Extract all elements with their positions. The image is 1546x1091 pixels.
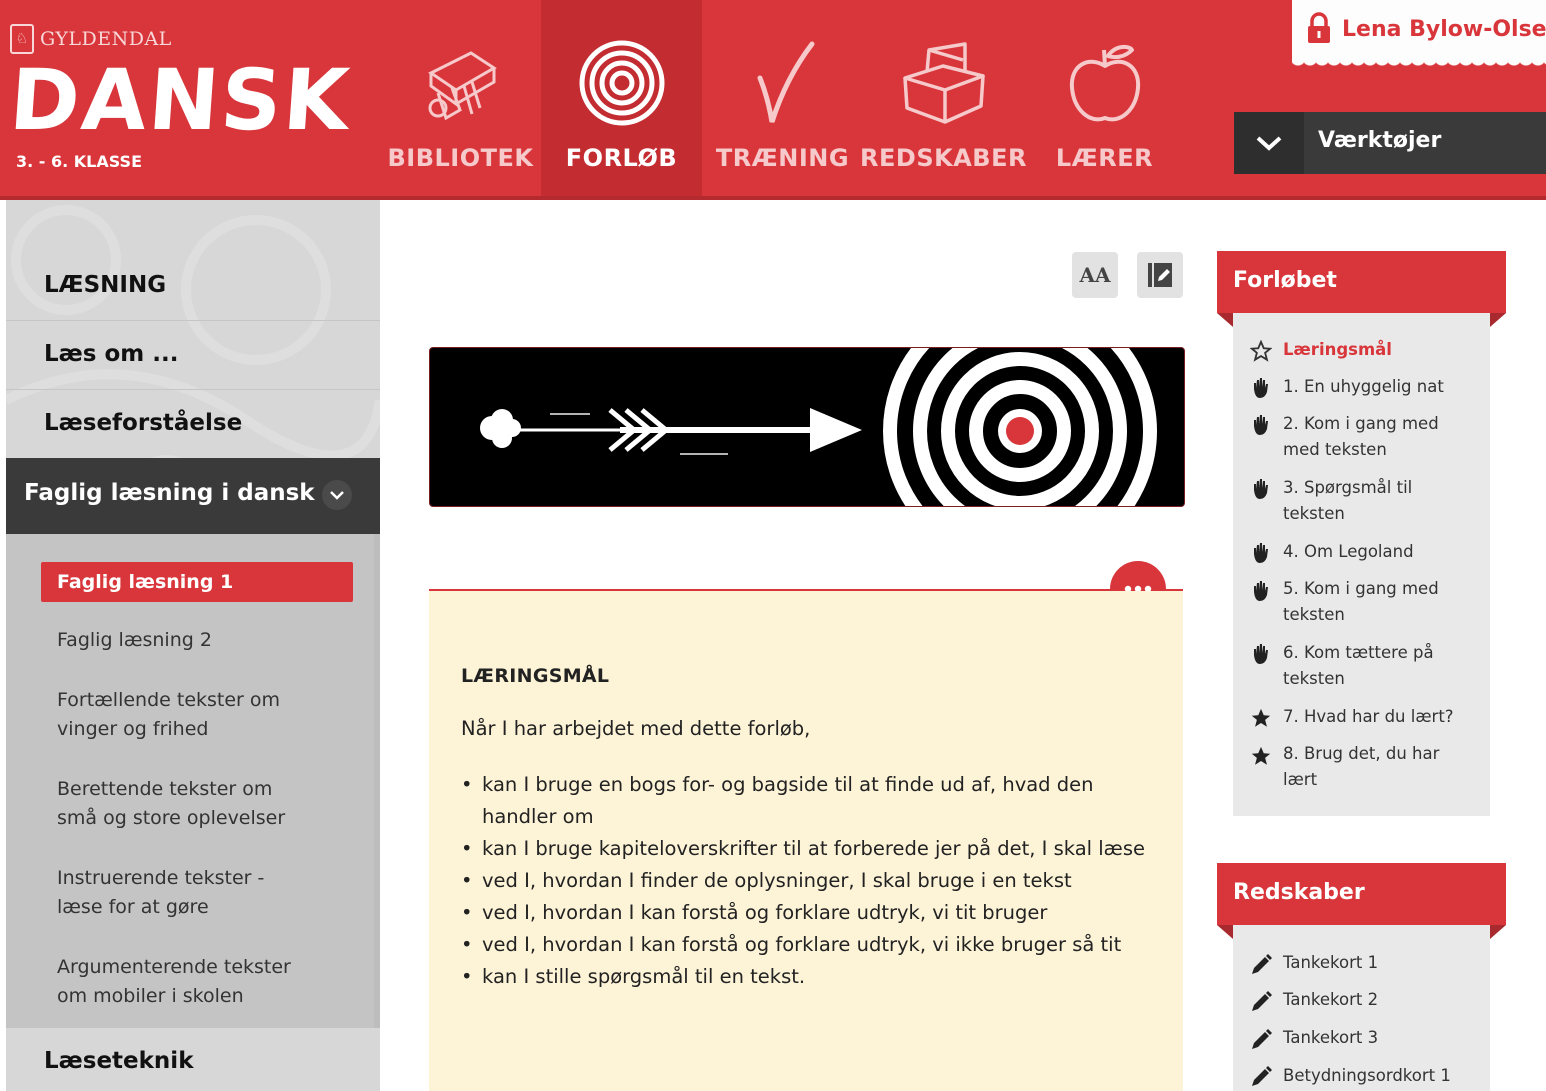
spiral-icon (577, 38, 667, 128)
submenu-item-argumenterende[interactable]: Argumenterende tekster om mobiler i skol… (40, 953, 317, 1011)
forloeb-item-2[interactable]: 2. Kom i gang med med teksten (1283, 411, 1463, 463)
forloeb-item-8[interactable]: 8. Brug det, du har lært (1283, 741, 1463, 793)
font-size-button[interactable]: AA (1072, 252, 1118, 298)
goal-item: ved I, hvordan I kan forstå og forklare … (461, 929, 1161, 961)
tools-label: Værktøjer (1318, 128, 1442, 153)
sidebar-submenu: Faglig læsning 1 Faglig læsning 2 Fortæl… (6, 534, 380, 1028)
goal-item: ved I, hvordan I kan forstå og forklare … (461, 897, 1161, 929)
hand-icon (1249, 541, 1273, 565)
redskab-item-tankekort-2[interactable]: Tankekort 2 (1283, 987, 1483, 1013)
forloebet-list: Læringsmål 1. En uhyggelig nat 2. Kom i … (1233, 313, 1490, 816)
nav-forloeb[interactable]: FORLØB (541, 0, 702, 200)
forloeb-item-4[interactable]: 4. Om Legoland (1283, 539, 1483, 565)
forloeb-item-laeringsmaal[interactable]: Læringsmål (1283, 337, 1483, 363)
checkmark-icon (738, 38, 828, 128)
lock-icon (1308, 12, 1330, 43)
books-icon (416, 38, 506, 128)
tools-dropdown[interactable]: Værktøjer (1234, 112, 1546, 174)
forloebet-header: Forløbet (1217, 251, 1506, 327)
hand-icon (1249, 376, 1273, 400)
redskab-item-betydningsordkort-1[interactable]: Betydningsordkort 1 (1283, 1063, 1483, 1089)
star-icon (1249, 706, 1273, 730)
hand-icon (1249, 642, 1273, 666)
sidebar-item-laes-om[interactable]: Læs om ... (6, 321, 380, 390)
submenu-item-berettende[interactable]: Berettende tekster om små og store oplev… (40, 775, 317, 833)
notes-button[interactable] (1137, 252, 1183, 298)
chevron-down-icon (322, 480, 352, 510)
apple-icon (1060, 38, 1150, 128)
nav-bibliotek[interactable]: BIBLIOTEK (380, 0, 541, 200)
publisher-logo: ♘ GYLDENDAL (10, 24, 172, 54)
site-logo[interactable]: ♘ GYLDENDAL DANSK 3. - 6. KLASSE (7, 24, 354, 184)
pencil-icon (1249, 1028, 1273, 1052)
nav-laerer[interactable]: LÆRER (1024, 0, 1185, 200)
sidebar-item-laeseteknik[interactable]: Læseteknik (6, 1028, 380, 1091)
forloeb-item-7[interactable]: 7. Hvad har du lært? (1283, 704, 1483, 730)
toolbox-icon (899, 38, 989, 128)
user-name: Lena Bylow-Olse (1342, 17, 1546, 42)
learning-goals-panel: LÆRINGSMÅL Når I har arbejdet med dette … (429, 591, 1183, 1091)
hand-icon (1249, 579, 1273, 603)
hand-icon (1249, 477, 1273, 501)
forloeb-item-3[interactable]: 3. Spørgsmål til teksten (1283, 475, 1443, 527)
pencil-icon (1249, 1065, 1273, 1089)
goal-item: kan I bruge kapiteloverskrifter til at f… (461, 833, 1161, 865)
forloeb-item-5[interactable]: 5. Kom i gang med teksten (1283, 576, 1458, 628)
star-icon (1249, 744, 1273, 768)
submenu-item-faglig-laesning-1[interactable]: Faglig læsning 1 (41, 562, 353, 602)
grade-label: 3. - 6. KLASSE (16, 152, 143, 171)
sidebar-item-laeseforstaaelse[interactable]: Læseforståelse (6, 390, 380, 459)
user-account[interactable]: Lena Bylow-Olse (1292, 0, 1546, 70)
dansk-logo-text: DANSK (6, 51, 355, 149)
redskab-item-tankekort-1[interactable]: Tankekort 1 (1283, 950, 1483, 976)
goals-intro: Når I har arbejdet med dette forløb, (461, 717, 811, 740)
redskab-item-tankekort-3[interactable]: Tankekort 3 (1283, 1025, 1483, 1051)
notebook-edit-icon (1148, 263, 1172, 287)
forloeb-item-1[interactable]: 1. En uhyggelig nat (1283, 374, 1483, 400)
goal-item: ved I, hvordan I finder de oplysninger, … (461, 865, 1161, 897)
pencil-icon (1249, 990, 1273, 1014)
goal-item: kan I stille spørgsmål til en tekst. (461, 961, 1161, 993)
sidebar-item-laesning[interactable]: LÆSNING (6, 252, 380, 321)
main-nav: BIBLIOTEK FORLØB TRÆNING REDSKABER LÆRER (380, 0, 1185, 200)
redskaber-header: Redskaber (1217, 863, 1506, 939)
nav-redskaber[interactable]: REDSKABER (860, 0, 1026, 200)
hand-icon (1249, 413, 1273, 437)
sidebar-item-faglig-laesning[interactable]: Faglig læsning i dansk (6, 458, 380, 534)
submenu-item-faglig-laesning-2[interactable]: Faglig læsning 2 (40, 626, 363, 655)
goal-banner-image (429, 347, 1185, 507)
arrow-target-icon (480, 348, 1157, 506)
goals-list: kan I bruge en bogs for- og bagside til … (461, 769, 1161, 993)
pencil-icon (1249, 953, 1273, 977)
goals-heading: LÆRINGSMÅL (461, 665, 610, 687)
top-header: ♘ GYLDENDAL DANSK 3. - 6. KLASSE BIBLIOT… (0, 0, 1546, 200)
chevron-down-icon (1234, 112, 1304, 174)
font-size-icon: AA (1079, 263, 1111, 287)
star-outline-icon (1249, 339, 1273, 363)
submenu-item-fortaellende[interactable]: Fortællende tekster om vinger og frihed (40, 686, 317, 744)
forloeb-item-6[interactable]: 6. Kom tættere på teksten (1283, 640, 1458, 692)
gyldendal-mark-icon: ♘ (10, 24, 34, 54)
nav-traening[interactable]: TRÆNING (702, 0, 863, 200)
redskaber-list: Tankekort 1 Tankekort 2 Tankekort 3 Bety… (1233, 925, 1490, 1091)
sidebar: LÆSNING Læs om ... Læseforståelse Faglig… (6, 200, 380, 1091)
submenu-item-instruerende[interactable]: Instruerende tekster - læse for at gøre (40, 864, 297, 922)
goal-item: kan I bruge en bogs for- og bagside til … (461, 769, 1161, 833)
